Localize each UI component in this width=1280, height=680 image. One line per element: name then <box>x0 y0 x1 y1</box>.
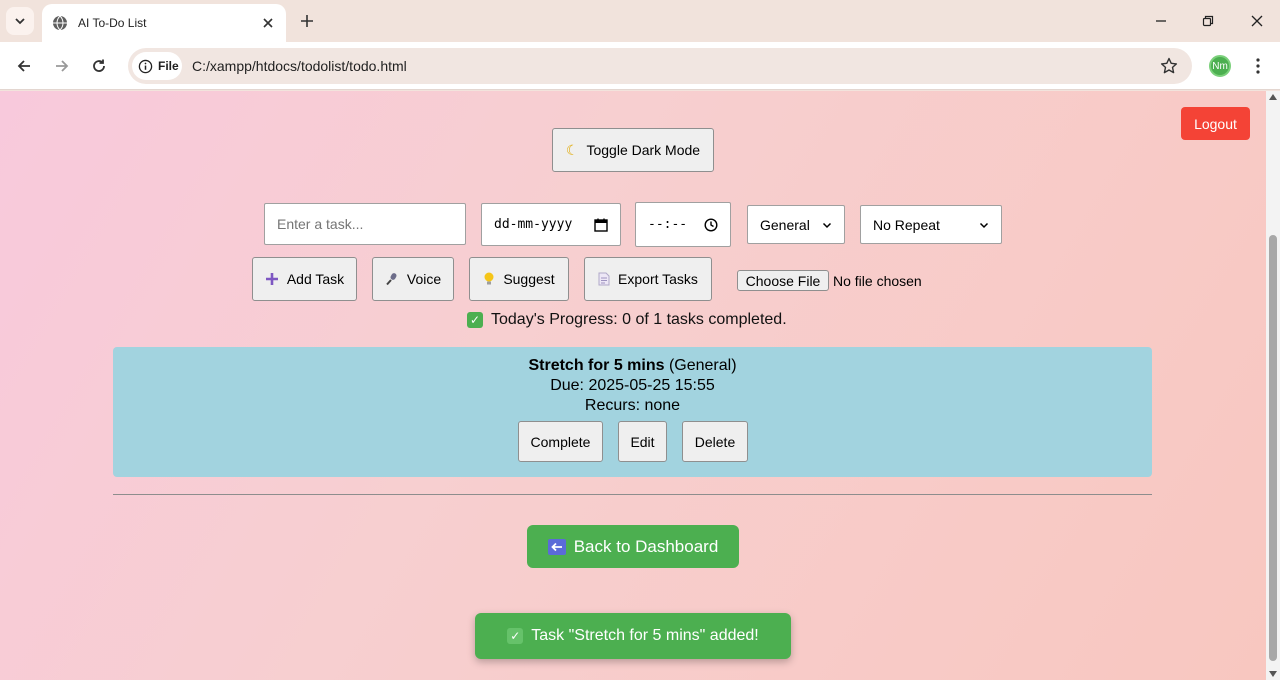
arrow-left-icon <box>17 60 30 72</box>
export-tasks-label: Export Tasks <box>618 271 698 287</box>
tab-title: AI To-Do List <box>78 16 147 30</box>
edit-button[interactable]: Edit <box>618 421 667 462</box>
add-task-label: Add Task <box>286 271 345 287</box>
check-icon: ✓ <box>467 312 483 328</box>
scroll-down-arrow-icon[interactable] <box>1269 671 1277 677</box>
scroll-up-arrow-icon[interactable] <box>1269 94 1277 100</box>
browser-tab[interactable]: AI To-Do List <box>42 4 286 42</box>
repeat-select[interactable]: No Repeat <box>860 205 1002 244</box>
chevron-down-icon <box>822 222 832 228</box>
progress-summary: ✓ Today's Progress: 0 of 1 tasks complet… <box>467 311 787 329</box>
reload-button[interactable] <box>87 54 111 78</box>
site-info-chip[interactable]: File <box>132 52 182 80</box>
suggest-label: Suggest <box>503 271 555 287</box>
task-recurs: Recurs: none <box>584 397 681 414</box>
new-tab-button[interactable] <box>296 10 318 32</box>
minimize-button[interactable] <box>1150 10 1172 32</box>
file-status: No file chosen <box>833 273 922 289</box>
close-tab-icon[interactable] <box>260 15 276 31</box>
address-bar[interactable]: File C:/xampp/htdocs/todolist/todo.html <box>128 48 1192 84</box>
voice-button[interactable]: Voice <box>372 257 454 301</box>
task-due: Due: 2025-05-25 15:55 <box>550 377 715 394</box>
restore-button[interactable] <box>1197 10 1219 32</box>
close-icon <box>1251 15 1263 27</box>
task-title-line: Stretch for 5 mins (General) <box>113 357 1152 375</box>
back-button[interactable] <box>12 54 36 78</box>
chevron-down-icon <box>15 18 25 25</box>
lightbulb-icon <box>484 272 494 285</box>
plus-icon <box>265 273 278 285</box>
date-placeholder: dd-mm-yyyy <box>494 217 573 232</box>
category-value: General <box>760 216 810 233</box>
divider <box>113 494 1152 495</box>
toast-text: Task "Stretch for 5 mins" added! <box>531 627 759 644</box>
document-icon <box>598 272 610 286</box>
scroll-thumb[interactable] <box>1269 235 1277 661</box>
task-input-placeholder: Enter a task... <box>277 216 364 232</box>
tab-strip: AI To-Do List <box>0 0 1280 42</box>
export-tasks-button[interactable]: Export Tasks <box>584 257 712 301</box>
category-select[interactable]: General <box>747 205 845 244</box>
progress-text: Today's Progress: 0 of 1 tasks completed… <box>491 311 787 328</box>
url-text: C:/xampp/htdocs/todolist/todo.html <box>192 58 407 74</box>
page-viewport: Logout ☾ Toggle Dark Mode Enter a task..… <box>0 91 1266 680</box>
time-placeholder: --:-- <box>648 217 688 232</box>
page-scrollbar[interactable] <box>1266 91 1280 680</box>
task-category: (General) <box>668 357 737 374</box>
calendar-icon[interactable] <box>594 218 608 232</box>
star-icon[interactable] <box>1160 57 1178 75</box>
toggle-dark-mode-label: Toggle Dark Mode <box>586 142 701 158</box>
back-to-dashboard-label: Back to Dashboard <box>573 536 719 556</box>
back-to-dashboard-button[interactable]: Back to Dashboard <box>527 525 739 568</box>
browser-menu-button[interactable] <box>1248 54 1268 78</box>
add-task-button[interactable]: Add Task <box>252 257 357 301</box>
choose-file-button[interactable]: Choose File <box>737 270 829 291</box>
toggle-dark-mode-button[interactable]: ☾ Toggle Dark Mode <box>552 128 714 172</box>
more-vertical-icon <box>1256 58 1260 74</box>
repeat-value: No Repeat <box>873 216 940 233</box>
minimize-icon <box>1156 20 1166 22</box>
profile-avatar[interactable]: Nm <box>1209 55 1231 77</box>
tab-search-button[interactable] <box>6 7 34 35</box>
date-input[interactable]: dd-mm-yyyy <box>481 203 621 246</box>
task-card: Stretch for 5 mins (General) Due: 2025-0… <box>113 347 1152 477</box>
restore-icon <box>1202 15 1214 27</box>
back-arrow-icon <box>547 538 566 555</box>
microphone-icon <box>386 273 397 286</box>
clock-icon[interactable] <box>704 217 718 232</box>
logout-button[interactable]: Logout <box>1181 107 1250 140</box>
complete-button[interactable]: Complete <box>518 421 603 462</box>
info-icon <box>138 59 153 73</box>
site-chip-label: File <box>158 59 179 73</box>
moon-icon: ☾ <box>565 141 579 158</box>
delete-button[interactable]: Delete <box>682 421 748 462</box>
arrow-right-icon <box>56 60 69 72</box>
plus-icon <box>301 15 313 27</box>
globe-icon <box>53 15 67 31</box>
close-window-button[interactable] <box>1246 10 1268 32</box>
suggest-button[interactable]: Suggest <box>469 257 569 301</box>
task-input[interactable]: Enter a task... <box>264 203 466 245</box>
voice-label: Voice <box>406 271 442 287</box>
check-icon: ✓ <box>507 628 524 644</box>
forward-button[interactable] <box>50 54 74 78</box>
browser-toolbar: File C:/xampp/htdocs/todolist/todo.html … <box>0 42 1280 90</box>
task-title: Stretch for 5 mins <box>528 357 665 374</box>
chevron-down-icon <box>979 222 989 228</box>
reload-icon <box>93 59 105 72</box>
toast-notification: ✓ Task "Stretch for 5 mins" added! <box>475 613 791 659</box>
time-input[interactable]: --:-- <box>635 202 731 247</box>
